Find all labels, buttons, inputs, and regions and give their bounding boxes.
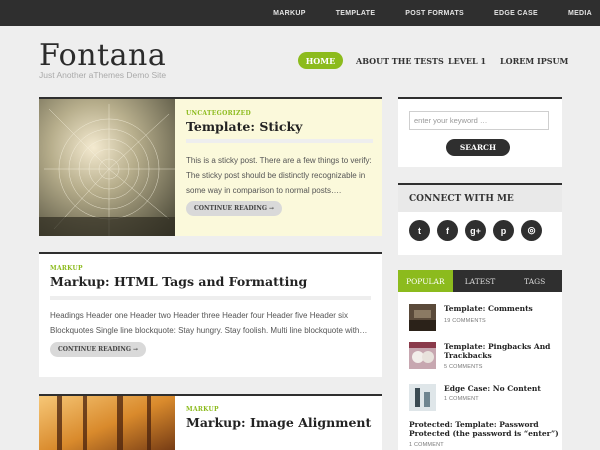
search-widget: enter your keyword … SEARCH [398, 97, 562, 167]
item-meta: 19 COMMENTS [444, 318, 486, 324]
facebook-icon[interactable]: f [437, 220, 458, 241]
top-nav-edge-case[interactable]: EDGE CASE [494, 10, 538, 17]
post-excerpt: Headings Header one Header two Header th… [50, 308, 380, 338]
item-meta: 5 COMMENTS [444, 364, 483, 370]
top-nav-post-formats[interactable]: POST FORMATS [405, 10, 464, 17]
top-nav-template[interactable]: TEMPLATE [336, 10, 376, 17]
title-divider [50, 296, 371, 300]
top-bar: MARKUP TEMPLATE POST FORMATS EDGE CASE M… [0, 0, 600, 26]
post-title[interactable]: Markup: HTML Tags and Formatting [50, 274, 307, 289]
item-title[interactable]: Template: Comments [444, 304, 562, 313]
post-html-tags: MARKUP Markup: HTML Tags and Formatting … [39, 252, 382, 377]
tabs-widget: POPULAR LATEST TAGS Template: Comments 1… [398, 270, 562, 450]
nav-home[interactable]: HOME [298, 52, 343, 69]
top-nav-media[interactable]: MEDIA [568, 10, 592, 17]
tab-popular[interactable]: POPULAR [398, 270, 453, 292]
item-title[interactable]: Template: Pingbacks And Trackbacks [444, 342, 562, 360]
item-meta: 1 COMMENT [409, 442, 444, 448]
post-category[interactable]: UNCATEGORIZED [186, 110, 251, 117]
list-item[interactable]: Template: Comments 19 COMMENTS [409, 304, 559, 334]
social-icons: t f g+ p ◎ [409, 220, 549, 241]
pinterest-icon[interactable]: p [493, 220, 514, 241]
nav-level-1[interactable]: LEVEL 1 [448, 56, 486, 66]
site-tagline: Just Another aThemes Demo Site [39, 70, 167, 80]
list-item[interactable]: Edge Case: No Content 1 COMMENT [409, 384, 559, 414]
list-item[interactable]: Template: Pingbacks And Trackbacks 5 COM… [409, 342, 559, 372]
post-image-alignment: MARKUP Markup: Image Alignment [39, 394, 382, 450]
continue-reading-button[interactable]: CONTINUE READING → [50, 342, 147, 357]
post-title[interactable]: Template: Sticky [186, 119, 302, 134]
excerpt-line: some way in comparison to normal posts…. [186, 186, 342, 195]
post-category[interactable]: MARKUP [186, 406, 219, 413]
twitter-icon[interactable]: t [409, 220, 430, 241]
tab-tags[interactable]: TAGS [507, 270, 562, 292]
item-meta: 1 COMMENT [444, 396, 479, 402]
nav-lorem-ipsum[interactable]: LOREM IPSUM [500, 56, 568, 66]
search-input[interactable]: enter your keyword … [409, 111, 549, 130]
item-thumbnail [409, 342, 436, 369]
excerpt-line: This is a sticky post. There are a few t… [186, 156, 372, 165]
item-title[interactable]: Protected: Template: Password Protected … [409, 420, 559, 438]
connect-widget: CONNECT WITH ME t f g+ p ◎ [398, 183, 562, 255]
google-plus-icon[interactable]: g+ [465, 220, 486, 241]
continue-reading-button[interactable]: CONTINUE READING → [186, 201, 283, 216]
post-thumbnail-forest[interactable] [39, 396, 175, 450]
top-nav-markup[interactable]: MARKUP [273, 10, 306, 17]
item-title[interactable]: Edge Case: No Content [444, 384, 562, 393]
excerpt-line: Headings Header one Header two Header th… [50, 311, 348, 320]
tab-latest[interactable]: LATEST [453, 270, 508, 292]
post-thumbnail-spiderweb[interactable] [39, 99, 175, 236]
site-title[interactable]: Fontana [39, 38, 166, 73]
post-sticky: UNCATEGORIZED Template: Sticky This is a… [39, 97, 382, 236]
item-thumbnail [409, 304, 436, 331]
search-button[interactable]: SEARCH [446, 139, 510, 156]
instagram-icon[interactable]: ◎ [521, 220, 542, 241]
top-nav: MARKUP TEMPLATE POST FORMATS EDGE CASE M… [243, 0, 592, 26]
item-thumbnail [409, 384, 436, 411]
widget-tabs: POPULAR LATEST TAGS [398, 270, 562, 292]
post-excerpt: This is a sticky post. There are a few t… [186, 153, 378, 198]
nav-about-the-tests[interactable]: ABOUT THE TESTS [356, 56, 444, 66]
connect-title: CONNECT WITH ME [398, 185, 562, 212]
title-divider [186, 139, 373, 143]
post-category[interactable]: MARKUP [50, 265, 83, 272]
post-title[interactable]: Markup: Image Alignment [186, 415, 371, 430]
list-item[interactable]: Protected: Template: Password Protected … [409, 420, 559, 450]
excerpt-line: The sticky post should be distinctly rec… [186, 171, 366, 180]
excerpt-line: Blockquotes Single line blockquote: Stay… [50, 326, 368, 335]
